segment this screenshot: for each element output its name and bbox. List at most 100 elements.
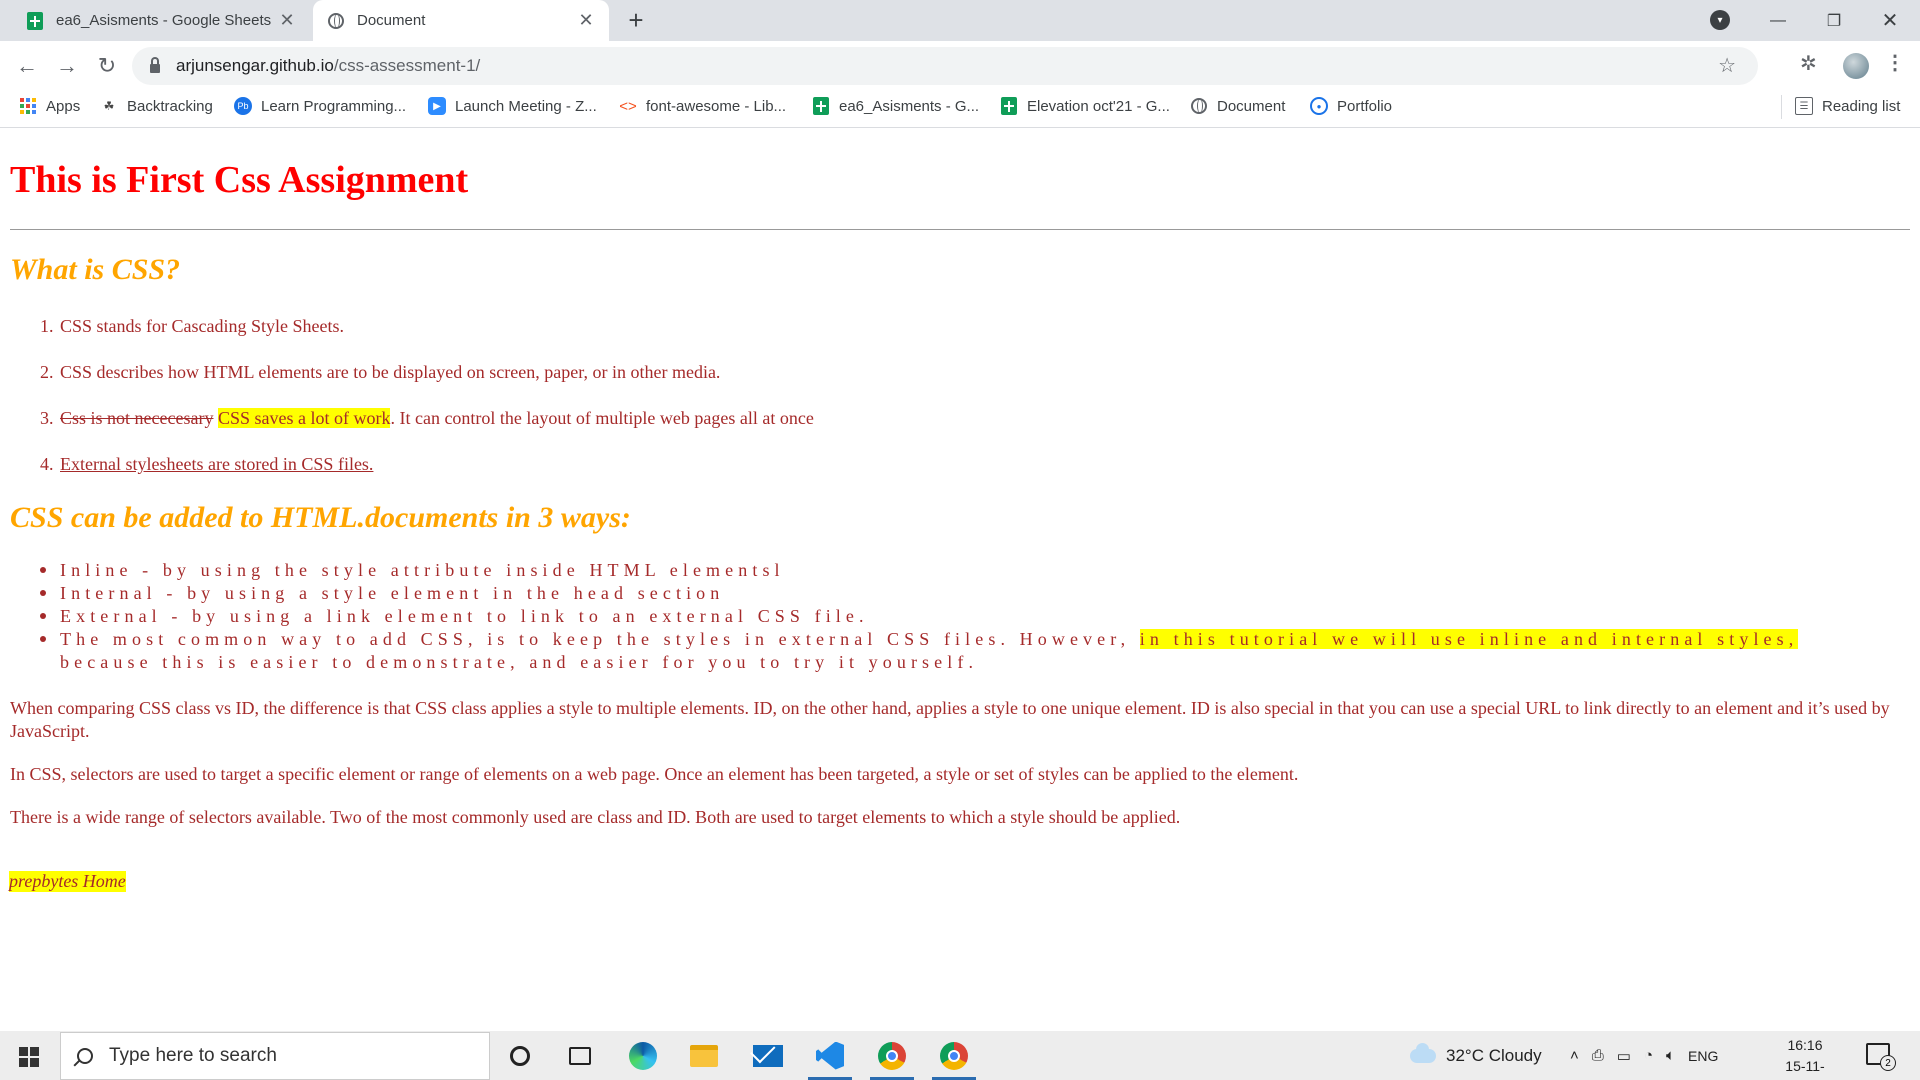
file-explorer-icon[interactable] — [676, 1031, 732, 1080]
meet-now-icon[interactable]: ⎙ — [1592, 1047, 1604, 1064]
tab-title: ea6_Asisments - Google Sheets — [56, 12, 272, 29]
bullet — [40, 613, 46, 619]
back-arrow-icon[interactable]: ← — [12, 51, 42, 81]
search-placeholder: Type here to search — [109, 1045, 277, 1066]
language-indicator[interactable]: ENG — [1688, 1048, 1718, 1064]
list-number: 4. — [40, 454, 54, 474]
bookmark-portfolio[interactable]: ● Portfolio — [1310, 91, 1392, 121]
list-number: 3. — [40, 408, 54, 428]
list-text: CSS describes how HTML elements are to b… — [60, 362, 721, 382]
prepbytes-home-link[interactable]: prepbytes Home — [9, 871, 126, 892]
web-page: This is First Css Assignment What is CSS… — [0, 129, 1920, 1031]
list-text: The most common way to add CSS, is to ke… — [60, 629, 1799, 650]
list-text-continued: because this is easier to demonstrate, a… — [60, 652, 979, 672]
new-tab-button[interactable]: + — [622, 5, 650, 35]
code-icon: <> — [619, 97, 637, 115]
list-text: External - by using a link element to li… — [60, 606, 869, 626]
list-text: Internal - by using a style element in t… — [60, 583, 725, 603]
list-text: Css is not nececesary CSS saves a lot of… — [60, 408, 814, 429]
windows-start-icon[interactable] — [19, 1047, 39, 1067]
list-text: CSS stands for Cascading Style Sheets. — [60, 316, 344, 336]
forward-arrow-icon[interactable]: → — [52, 51, 82, 81]
windows-taskbar: Type here to search 32°C Cloudy ˄ ⎙ ▭ ◔ … — [0, 1031, 1920, 1080]
bookmark-label: ea6_Asisments - G... — [839, 97, 980, 115]
bookmark-label: font-awesome - Lib... — [646, 97, 787, 115]
weather-widget[interactable]: 32°C Cloudy — [1410, 1031, 1542, 1080]
chrome-icon[interactable] — [864, 1031, 920, 1080]
list-text: Inline - by using the style attribute in… — [60, 560, 785, 580]
chevron-up-icon[interactable]: ˄ — [1570, 1047, 1579, 1064]
close-icon[interactable]: ✕ — [276, 10, 298, 32]
tab-search-icon[interactable]: ▾ — [1710, 10, 1730, 30]
highlighted-text: CSS saves a lot of work — [217, 408, 391, 428]
paragraph-selectors: In CSS, selectors are used to target a s… — [10, 764, 1299, 784]
reading-list-button[interactable]: ☰ Reading list — [1795, 91, 1900, 121]
close-window-button[interactable]: ✕ — [1862, 0, 1918, 41]
wifi-icon[interactable]: ◔ — [1644, 1047, 1653, 1064]
strikethrough-text: Css is not nececesary — [60, 408, 214, 428]
reload-icon[interactable]: ↻ — [92, 51, 122, 81]
menu-icon[interactable]: ⋮ — [1885, 50, 1905, 75]
battery-icon[interactable]: ▭ — [1617, 1047, 1631, 1065]
clock[interactable]: 16:16 15-11-2021 — [1770, 1035, 1840, 1080]
google-sheets-icon — [812, 97, 830, 115]
backtracking-icon: ☘ — [103, 99, 115, 113]
taskbar-search-input[interactable]: Type here to search — [60, 1032, 490, 1080]
apps-grid-icon — [19, 97, 37, 115]
bookmark-label: Learn Programming... — [261, 97, 407, 115]
page-title: This is First Css Assignment — [10, 159, 469, 201]
bookmark-label: Elevation oct'21 - G... — [1027, 97, 1170, 115]
bullet — [40, 567, 46, 573]
zoom-icon: ▶ — [428, 97, 446, 115]
lock-icon — [150, 57, 160, 73]
bookmark-launch-meeting[interactable]: ▶ Launch Meeting - Z... — [428, 91, 597, 121]
paragraph-range-of-selectors: There is a wide range of selectors avail… — [10, 807, 1181, 827]
globe-icon — [1190, 97, 1208, 115]
bookmark-ea6-assessments[interactable]: ea6_Asisments - G... — [812, 91, 979, 121]
notification-center-icon[interactable]: 2 — [1866, 1043, 1896, 1071]
heading-what-is-css: What is CSS? — [10, 253, 181, 286]
chrome-icon[interactable] — [926, 1031, 982, 1080]
avatar[interactable] — [1843, 53, 1869, 79]
list-text-rest: . It can control the layout of multiple … — [390, 408, 814, 428]
bookmark-label: Backtracking — [127, 97, 213, 115]
bookmark-backtracking[interactable]: ☘ Backtracking — [100, 91, 213, 121]
minimize-button[interactable]: — — [1750, 0, 1806, 41]
bookmark-elevation[interactable]: Elevation oct'21 - G... — [1000, 91, 1170, 121]
cloud-icon — [1410, 1042, 1436, 1063]
bookmark-learn-programming[interactable]: Pb Learn Programming... — [234, 91, 406, 121]
mail-icon[interactable] — [740, 1031, 796, 1080]
edge-icon[interactable] — [615, 1031, 671, 1080]
search-icon — [77, 1048, 93, 1064]
url-path: /css-assessment-1/ — [333, 56, 481, 75]
bookmark-apps[interactable]: Apps — [19, 91, 80, 121]
bookmark-label: Launch Meeting - Z... — [455, 97, 597, 115]
heading-ways: CSS can be added to HTML.documents in 3 … — [10, 501, 631, 534]
tab-google-sheets[interactable]: ea6_Asisments - Google Sheets ✕ — [12, 0, 310, 41]
volume-icon[interactable]: 🔈︎ — [1666, 1047, 1675, 1064]
close-icon[interactable]: ✕ — [575, 10, 597, 32]
bookmark-font-awesome[interactable]: <> font-awesome - Lib... — [619, 91, 786, 121]
clock-date: 15-11-2021 — [1785, 1058, 1825, 1080]
reading-list-label: Reading list — [1822, 97, 1901, 115]
bookmark-label: Portfolio — [1337, 97, 1393, 115]
tab-document[interactable]: Document ✕ — [313, 0, 609, 41]
extensions-icon[interactable]: ✲ — [1800, 51, 1817, 76]
cortana-icon[interactable] — [492, 1031, 548, 1080]
reading-list-icon: ☰ — [1795, 97, 1813, 115]
tab-title: Document — [357, 12, 426, 29]
bookmarks-divider — [1781, 95, 1782, 119]
portfolio-icon: ● — [1310, 97, 1328, 115]
bullet — [40, 590, 46, 596]
clock-time: 16:16 — [1787, 1037, 1823, 1053]
task-view-icon[interactable] — [552, 1031, 608, 1080]
bookmark-star-icon[interactable]: ☆ — [1718, 53, 1736, 78]
bookmark-document[interactable]: Document — [1190, 91, 1285, 121]
horizontal-rule — [10, 229, 1910, 230]
google-sheets-icon — [26, 11, 44, 30]
address-bar[interactable]: arjunsengar.github.io/css-assessment-1/ … — [132, 47, 1758, 85]
restore-button[interactable]: ❐ — [1806, 0, 1862, 41]
bookmark-label: Apps — [46, 97, 81, 115]
vscode-icon[interactable] — [802, 1031, 858, 1080]
paragraph-class-vs-id: When comparing CSS class vs ID, the diff… — [10, 698, 1890, 741]
